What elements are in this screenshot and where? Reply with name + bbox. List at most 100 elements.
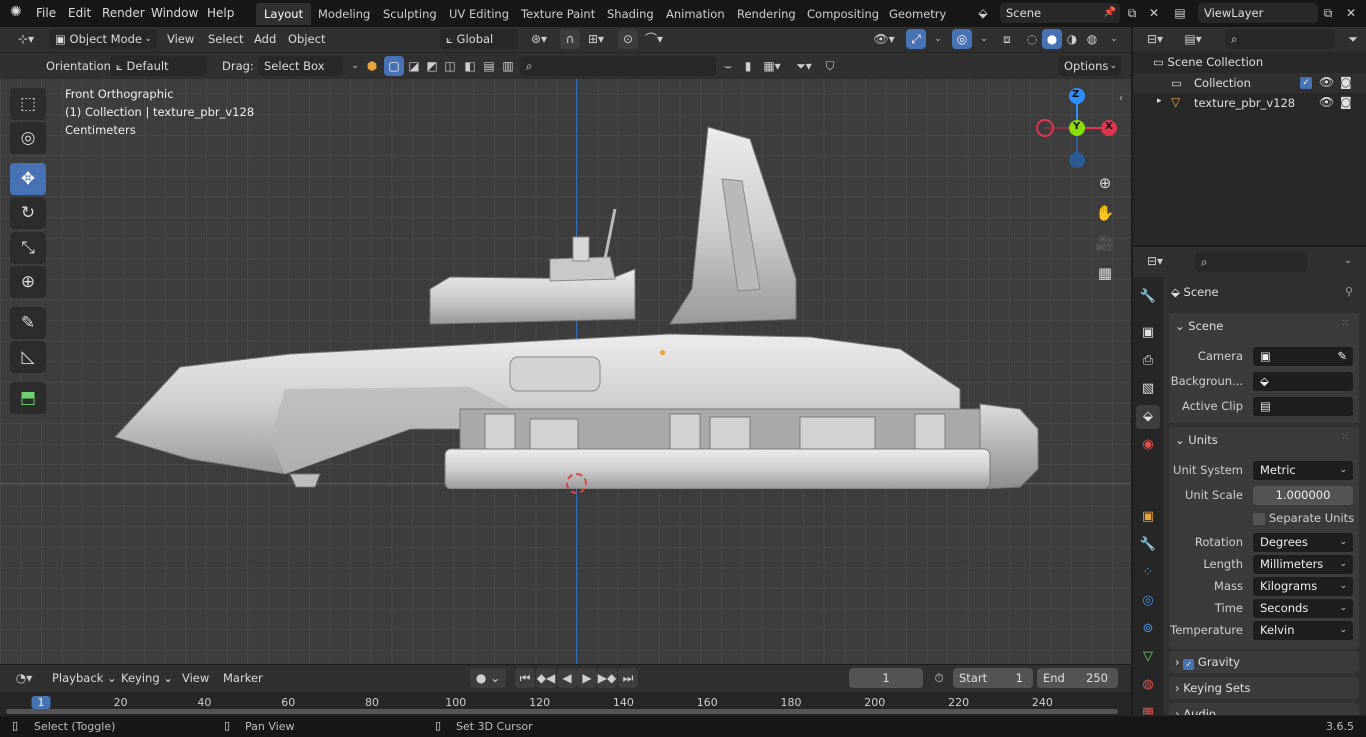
keying-menu[interactable]: Keying ⌄ xyxy=(115,668,179,688)
playback-menu[interactable]: Playback ⌄ xyxy=(46,668,123,688)
constraints-tab-icon[interactable]: ⊚ xyxy=(1136,617,1160,641)
gizmo-options-icon[interactable]: ⌄ xyxy=(928,29,948,49)
particles-tab-icon[interactable]: ⁘ xyxy=(1136,561,1160,585)
ortho-grid-icon[interactable]: ▦ xyxy=(1094,262,1116,284)
menu-object[interactable]: Object xyxy=(282,29,331,49)
material-shading-icon[interactable]: ◑ xyxy=(1062,29,1082,49)
remove-scene-icon[interactable]: ✕ xyxy=(1144,3,1164,23)
select-mode-intersect-icon[interactable]: ◧ xyxy=(460,56,480,76)
collection-row[interactable]: ▭ Collection ✓ 👁 ◙ xyxy=(1133,73,1366,93)
collection-checkbox[interactable]: ✓ xyxy=(1300,77,1312,89)
auto-keying-icon[interactable]: ● ⌄ xyxy=(470,668,506,688)
eyedropper-icon[interactable]: ✎ xyxy=(1337,347,1347,366)
expand-chevron-icon[interactable]: ▸ xyxy=(1157,96,1162,106)
jump-start-icon[interactable]: ⏮ xyxy=(515,668,535,688)
orientation-dropdown[interactable]: ⟀ Default xyxy=(110,56,207,76)
menu-help[interactable]: Help xyxy=(207,6,234,20)
scene-tab-icon[interactable]: ⬙ xyxy=(1136,405,1160,429)
mode-dropdown[interactable]: ▣ Object Mode ⌄ xyxy=(49,29,157,49)
stopwatch-icon[interactable]: ⏱ xyxy=(929,668,949,688)
xray-icon[interactable]: ⧈ xyxy=(997,29,1017,49)
marker-menu[interactable]: Marker xyxy=(217,668,269,688)
tool-tab-icon[interactable]: 🔧 xyxy=(1136,285,1160,309)
visibility-icon[interactable]: 👁▾ xyxy=(870,29,898,49)
zoom-icon[interactable]: ⊕ xyxy=(1094,172,1116,194)
solid-shading-icon[interactable]: ● xyxy=(1042,29,1062,49)
tab-modeling[interactable]: Modeling xyxy=(310,3,378,25)
select-mode-new-icon[interactable]: ▢ xyxy=(384,56,404,76)
transform-orientation-dropdown[interactable]: ⟀ Global xyxy=(440,29,518,49)
3d-cursor-icon[interactable] xyxy=(566,473,587,494)
filter-toggle-icon[interactable]: ⌣ xyxy=(718,56,738,76)
unit-system-dropdown[interactable]: Metric ⌄ xyxy=(1253,461,1353,480)
blender-logo-icon[interactable]: ✺ xyxy=(10,4,22,20)
timeline-view-menu[interactable]: View xyxy=(176,668,215,688)
data-tab-icon[interactable]: ▽ xyxy=(1136,645,1160,669)
audio-panel[interactable]: › Audio xyxy=(1169,703,1359,715)
object-type-filter-icon[interactable]: ⬢ xyxy=(362,56,382,76)
3d-viewport[interactable]: Front Orthographic (1) Collection | text… xyxy=(0,79,1131,664)
drag-handle-icon[interactable]: ⁙ xyxy=(1341,318,1349,329)
editor-type-icon[interactable]: ⊹▾ xyxy=(10,29,42,49)
select-mode-extend-icon[interactable]: ◪ xyxy=(404,56,424,76)
timeline-editor-icon[interactable]: ◔▾ xyxy=(8,668,40,688)
keying-sets-panel[interactable]: › Keying Sets xyxy=(1169,677,1359,699)
end-frame-field[interactable]: End 250 xyxy=(1037,668,1118,688)
transform-tool[interactable]: ⊕ xyxy=(10,266,46,298)
menu-view[interactable]: View xyxy=(161,29,200,49)
bookmark-icon[interactable]: ▮ xyxy=(738,56,758,76)
shading-options-icon[interactable]: ⌄ xyxy=(1104,29,1124,49)
tab-compositing[interactable]: Compositing xyxy=(799,3,887,25)
tab-layout[interactable]: Layout xyxy=(256,3,312,25)
remove-view-layer-icon[interactable]: ✕ xyxy=(1341,3,1361,23)
jump-end-icon[interactable]: ⏭ xyxy=(618,668,638,688)
overlays-toggle-icon[interactable]: ◎ xyxy=(952,29,972,49)
units-panel-header[interactable]: ⌄ Units xyxy=(1175,433,1218,447)
view-layer-selector[interactable]: ViewLayer xyxy=(1198,3,1318,23)
select-mode-subtract-icon[interactable]: ◩ xyxy=(422,56,442,76)
properties-search-input[interactable]: ⌕ xyxy=(1195,252,1307,272)
drag-dropdown[interactable]: Select Box xyxy=(258,56,343,76)
timeline-scrollbar[interactable] xyxy=(6,709,1118,714)
eye-icon[interactable]: 👁 xyxy=(1319,95,1334,109)
length-dropdown[interactable]: Millimeters ⌄ xyxy=(1253,555,1353,574)
new-view-layer-icon[interactable]: ⧉ xyxy=(1318,3,1338,23)
select-box-tool[interactable]: ⬚ xyxy=(10,88,46,120)
annotate-tool[interactable]: ✎ xyxy=(10,307,46,339)
measure-tool[interactable]: ◺ xyxy=(10,341,46,373)
separate-units-checkbox[interactable] xyxy=(1253,513,1265,525)
tab-geometry-nodes[interactable]: Geometry Noc xyxy=(881,3,967,25)
camera-view-icon[interactable]: 🎥 xyxy=(1094,232,1116,254)
shield-icon[interactable]: ⛉ xyxy=(820,56,840,76)
material-tab-icon[interactable]: ◍ xyxy=(1136,673,1160,697)
prev-keyframe-icon[interactable]: ◆◀ xyxy=(536,668,556,688)
play-icon[interactable]: ▶ xyxy=(577,668,597,688)
properties-editor-icon[interactable]: ⊟▾ xyxy=(1141,251,1169,271)
select-mode-copy-icon[interactable]: ▥ xyxy=(498,56,518,76)
scale-tool[interactable]: ⤡ xyxy=(10,232,46,264)
outliner-editor-icon[interactable]: ⊟▾ xyxy=(1141,29,1169,49)
view-layer-icon[interactable]: ▤ xyxy=(1170,3,1190,23)
gizmo-toggle-icon[interactable]: ⤢ xyxy=(906,29,926,49)
add-cube-tool[interactable]: ⬒ xyxy=(10,382,46,414)
menu-edit[interactable]: Edit xyxy=(68,6,91,20)
tab-texture-paint[interactable]: Texture Paint xyxy=(513,3,603,25)
tab-uv-editing[interactable]: UV Editing xyxy=(441,3,517,25)
temperature-dropdown[interactable]: Kelvin ⌄ xyxy=(1253,621,1353,640)
object-tab-icon[interactable]: ▣ xyxy=(1136,505,1160,529)
current-frame-field[interactable]: 1 xyxy=(849,668,923,688)
options-dropdown[interactable]: Options ⌄ xyxy=(1058,56,1121,76)
menu-window[interactable]: Window xyxy=(151,6,198,20)
outliner-filter-icon[interactable]: ⏷ xyxy=(1343,29,1363,49)
world-tab-icon[interactable]: ◉ xyxy=(1136,433,1160,457)
output-tab-icon[interactable]: ⎙ xyxy=(1136,349,1160,373)
rendered-shading-icon[interactable]: ◍ xyxy=(1082,29,1102,49)
tab-shading[interactable]: Shading xyxy=(599,3,662,25)
object-row[interactable]: ▸ ▽ texture_pbr_v128 👁 ◙ xyxy=(1133,93,1366,113)
menu-render[interactable]: Render xyxy=(102,6,145,20)
overlays-options-icon[interactable]: ⌄ xyxy=(974,29,994,49)
display-mode-icon[interactable]: ▤▾ xyxy=(1179,29,1207,49)
gravity-panel[interactable]: › ✓ Gravity xyxy=(1169,651,1359,673)
pin-icon[interactable]: ⚲ xyxy=(1345,285,1353,298)
pin-icon[interactable]: 📌 xyxy=(1100,3,1120,23)
